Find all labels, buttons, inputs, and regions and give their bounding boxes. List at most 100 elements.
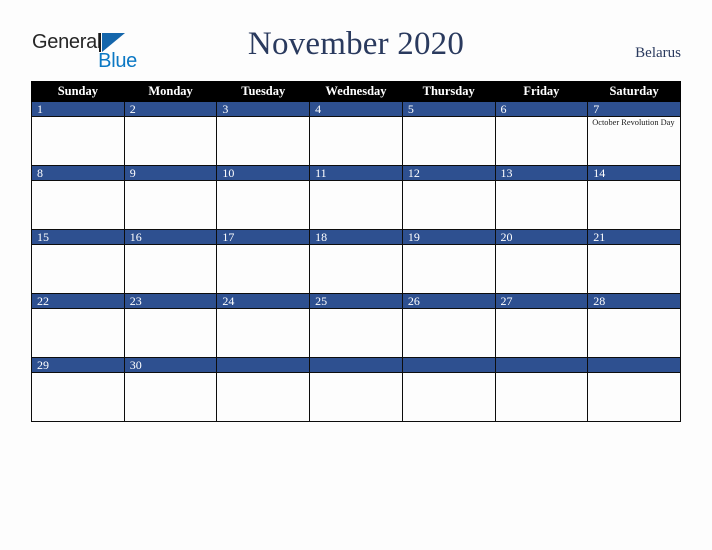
day-number: 19 bbox=[402, 230, 495, 245]
calendar-day-cell[interactable]: 30 bbox=[123, 357, 218, 422]
calendar-day-cell[interactable]: 15 bbox=[31, 229, 125, 294]
day-number: 13 bbox=[495, 166, 588, 181]
day-events bbox=[310, 309, 402, 310]
calendar-empty-cell[interactable] bbox=[401, 357, 496, 422]
day-events bbox=[310, 245, 402, 246]
day-number: 26 bbox=[402, 294, 495, 309]
page-title: November 2020 bbox=[247, 26, 465, 62]
calendar-empty-cell[interactable] bbox=[309, 357, 403, 422]
calendar-day-cell[interactable]: 11 bbox=[309, 165, 403, 230]
day-number: 23 bbox=[124, 294, 217, 309]
day-events bbox=[496, 181, 588, 182]
calendar-day-cell[interactable]: 29 bbox=[31, 357, 125, 422]
day-events bbox=[403, 181, 495, 182]
calendar-day-cell[interactable]: 24 bbox=[216, 293, 311, 358]
calendar-empty-cell[interactable] bbox=[216, 357, 311, 422]
calendar-day-cell[interactable]: 3 bbox=[216, 101, 311, 166]
day-number: 24 bbox=[217, 294, 310, 309]
day-number: 5 bbox=[402, 102, 495, 117]
calendar-day-cell[interactable]: 14 bbox=[587, 165, 681, 230]
calendar-day-cell[interactable]: 9 bbox=[123, 165, 218, 230]
day-number: 8 bbox=[32, 166, 124, 181]
day-events bbox=[32, 373, 124, 374]
country-label: Belarus bbox=[635, 45, 681, 61]
day-events bbox=[496, 245, 588, 246]
calendar-day-cell[interactable]: 23 bbox=[123, 293, 218, 358]
day-events bbox=[588, 373, 680, 374]
day-number: 20 bbox=[495, 230, 588, 245]
calendar-day-cell[interactable]: 28 bbox=[587, 293, 681, 358]
day-number: 11 bbox=[310, 166, 402, 181]
day-number bbox=[402, 358, 495, 373]
day-number: 1 bbox=[32, 102, 124, 117]
day-number: 29 bbox=[32, 358, 124, 373]
day-number: 25 bbox=[310, 294, 402, 309]
day-events bbox=[588, 245, 680, 246]
calendar-day-cell[interactable]: 25 bbox=[309, 293, 403, 358]
calendar-week-row: 8 9 10 11 12 13 14 bbox=[31, 165, 681, 230]
calendar-day-cell[interactable]: 4 bbox=[309, 101, 403, 166]
calendar-day-cell[interactable]: 8 bbox=[31, 165, 125, 230]
calendar-empty-cell[interactable] bbox=[494, 357, 589, 422]
calendar-day-cell[interactable]: 1 bbox=[31, 101, 125, 166]
day-events bbox=[125, 309, 217, 310]
calendar-weekday-header-row: Sunday Monday Tuesday Wednesday Thursday… bbox=[31, 81, 681, 102]
day-events bbox=[125, 181, 217, 182]
day-events bbox=[217, 309, 309, 310]
day-events bbox=[217, 245, 309, 246]
calendar-body: 1 2 3 4 5 6 7 October Revolution Day 8 9 10 11 12 13 1… bbox=[31, 101, 681, 422]
day-number: 27 bbox=[495, 294, 588, 309]
calendar-day-cell[interactable]: 16 bbox=[123, 229, 218, 294]
day-number: 3 bbox=[217, 102, 310, 117]
weekday-header-wednesday: Wednesday bbox=[309, 81, 403, 102]
day-events bbox=[217, 117, 309, 118]
calendar-day-cell[interactable]: 27 bbox=[494, 293, 589, 358]
holiday-label: October Revolution Day bbox=[592, 118, 675, 127]
calendar-day-cell[interactable]: 5 bbox=[401, 101, 496, 166]
day-number: 22 bbox=[32, 294, 124, 309]
day-events bbox=[32, 245, 124, 246]
day-number: 16 bbox=[124, 230, 217, 245]
day-number: 6 bbox=[495, 102, 588, 117]
calendar-empty-cell[interactable] bbox=[587, 357, 681, 422]
calendar-day-cell[interactable]: 20 bbox=[494, 229, 589, 294]
day-number: 21 bbox=[588, 230, 680, 245]
day-events bbox=[310, 373, 402, 374]
calendar-day-cell[interactable]: 13 bbox=[494, 165, 589, 230]
weekday-header-thursday: Thursday bbox=[401, 81, 496, 102]
calendar-day-cell[interactable]: 2 bbox=[123, 101, 218, 166]
day-number: 4 bbox=[310, 102, 402, 117]
day-events bbox=[32, 117, 124, 118]
day-number: 17 bbox=[217, 230, 310, 245]
day-number: 14 bbox=[588, 166, 680, 181]
day-number bbox=[310, 358, 402, 373]
weekday-header-friday: Friday bbox=[494, 81, 589, 102]
calendar-day-cell[interactable]: 21 bbox=[587, 229, 681, 294]
calendar-day-cell[interactable]: 22 bbox=[31, 293, 125, 358]
day-events bbox=[403, 245, 495, 246]
day-events bbox=[403, 373, 495, 374]
day-number bbox=[588, 358, 680, 373]
calendar-week-row: 15 16 17 18 19 20 21 bbox=[31, 229, 681, 294]
weekday-header-tuesday: Tuesday bbox=[216, 81, 311, 102]
day-events bbox=[588, 309, 680, 310]
day-number bbox=[495, 358, 588, 373]
day-number: 15 bbox=[32, 230, 124, 245]
calendar-week-row: 1 2 3 4 5 6 7 October Revolution Day bbox=[31, 101, 681, 166]
day-events bbox=[125, 117, 217, 118]
calendar-day-cell[interactable]: 18 bbox=[309, 229, 403, 294]
calendar-day-cell[interactable]: 12 bbox=[401, 165, 496, 230]
calendar-table: Sunday Monday Tuesday Wednesday Thursday… bbox=[31, 81, 681, 422]
day-events bbox=[310, 181, 402, 182]
weekday-header-sunday: Sunday bbox=[31, 81, 125, 102]
calendar-day-cell[interactable]: 19 bbox=[401, 229, 496, 294]
calendar-day-cell[interactable]: 7 October Revolution Day bbox=[587, 101, 681, 166]
day-events: October Revolution Day bbox=[588, 117, 680, 128]
day-number: 2 bbox=[124, 102, 217, 117]
calendar-day-cell[interactable]: 10 bbox=[216, 165, 311, 230]
calendar-day-cell[interactable]: 6 bbox=[494, 101, 589, 166]
day-number: 30 bbox=[124, 358, 217, 373]
day-events bbox=[32, 309, 124, 310]
calendar-day-cell[interactable]: 26 bbox=[401, 293, 496, 358]
calendar-day-cell[interactable]: 17 bbox=[216, 229, 311, 294]
